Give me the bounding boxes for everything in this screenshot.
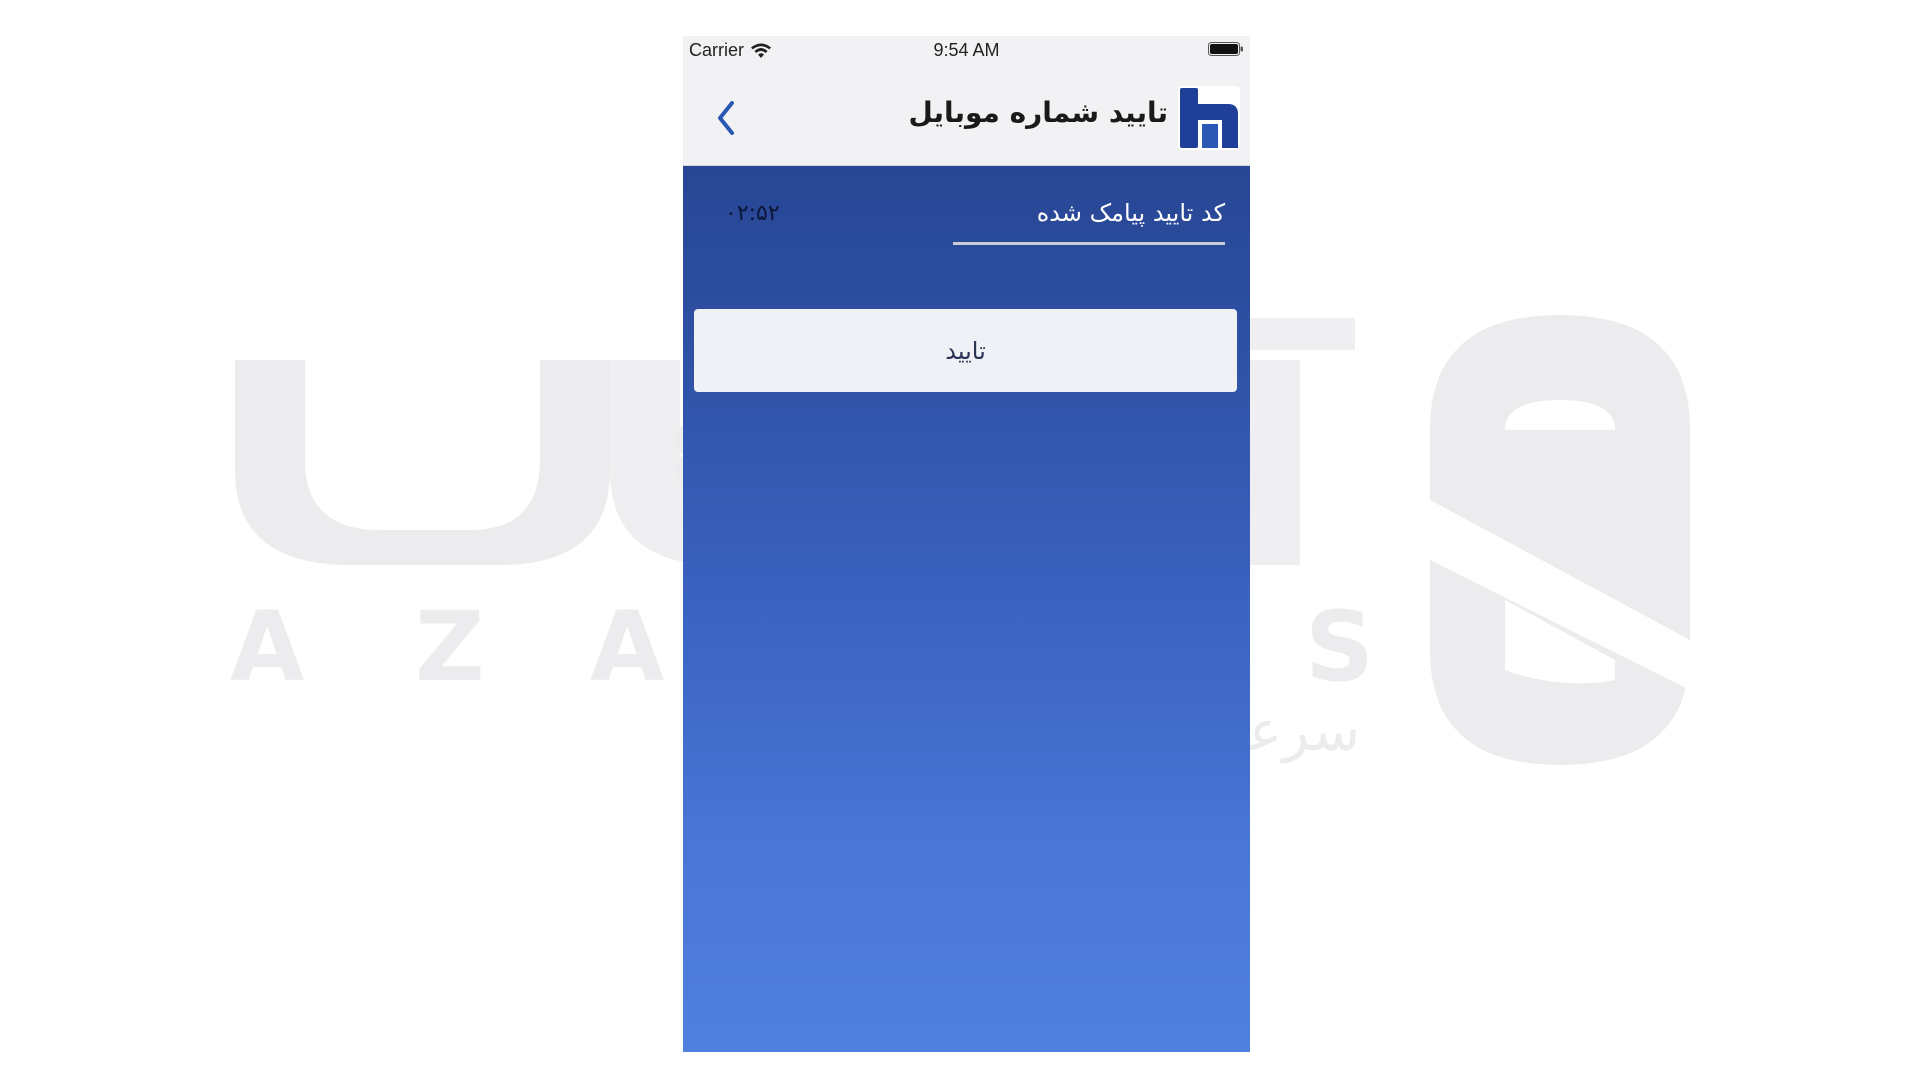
- status-time: 9:54 AM: [933, 40, 1000, 60]
- navigation-bar: تایید شماره موبایل: [683, 64, 1250, 166]
- page-title: تایید شماره موبایل: [908, 96, 1168, 129]
- battery-icon: [1208, 42, 1243, 56]
- screenshot-stage: A Z A R S Y S سرعت بی نهایت میزبانی وب C…: [0, 0, 1920, 1080]
- svg-text:A: A: [230, 591, 304, 703]
- confirm-button[interactable]: تایید: [694, 309, 1237, 392]
- svg-text:S: S: [1305, 591, 1374, 703]
- bank-logo-icon: [1178, 86, 1240, 150]
- svg-text:A: A: [590, 591, 664, 703]
- status-bar: Carrier 9:54 AM: [683, 36, 1250, 64]
- verification-code-input[interactable]: [953, 232, 1225, 245]
- phone-screen: Carrier 9:54 AM تایید شماره موبایل کد تا…: [683, 36, 1250, 1052]
- chevron-left-icon: [718, 101, 734, 135]
- svg-text:Z: Z: [415, 591, 485, 703]
- countdown-timer: ۰۲:۵۲: [725, 201, 780, 226]
- back-button[interactable]: [711, 98, 741, 138]
- verification-code-label: کد تایید پیامک شده: [1036, 199, 1225, 227]
